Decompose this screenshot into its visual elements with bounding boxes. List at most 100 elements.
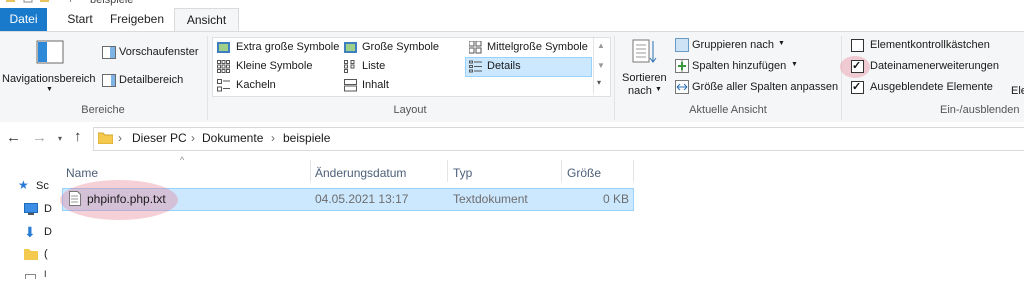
nav-item-label[interactable]: D <box>44 203 52 215</box>
column-divider[interactable] <box>310 160 311 182</box>
sort-label: Sortieren <box>622 72 667 84</box>
fit-columns-icon <box>675 80 689 97</box>
sort-by-button[interactable]: Sortieren nach ▼ <box>618 38 670 98</box>
checkbox-label: Dateinamenerweiterungen <box>870 60 1000 72</box>
forward-arrow-icon[interactable]: → <box>32 129 47 146</box>
preview-pane-button[interactable]: Vorschaufenster <box>100 45 205 61</box>
group-by-button[interactable]: Gruppieren nach ▼ <box>674 37 794 54</box>
back-arrow-icon[interactable]: ← <box>6 129 21 146</box>
layout-large-icons[interactable]: Große Symbole <box>344 40 444 56</box>
checkbox-item-checkboxes[interactable]: Elementkontrollkästchen <box>850 38 1010 53</box>
recent-locations-icon[interactable]: ▾ <box>58 134 62 143</box>
hide-selected-label-cut[interactable]: Ele <box>1011 85 1024 97</box>
layout-item-label: Extra große Symbole <box>236 41 340 53</box>
checkbox[interactable] <box>851 39 864 52</box>
document-icon <box>25 270 36 282</box>
layout-list[interactable]: Liste <box>344 59 424 75</box>
column-header-name[interactable]: Name <box>66 166 98 180</box>
column-divider[interactable] <box>447 160 448 182</box>
large-icons-icon <box>344 42 357 56</box>
details-pane-label: Detailbereich <box>119 74 184 86</box>
up-arrow-icon[interactable]: ↑ <box>74 128 82 145</box>
navigation-pane-button[interactable]: Navigationsbereich ▼ <box>2 38 96 96</box>
tab-freigeben[interactable]: Freigeben <box>106 8 168 31</box>
chevron-down-icon: ▼ <box>655 86 662 93</box>
breadcrumb-documents[interactable]: Dokumente <box>202 131 263 145</box>
group-separator <box>614 36 615 120</box>
column-header-modified[interactable]: Änderungsdatum <box>315 166 406 180</box>
nav-item-label[interactable]: ( <box>44 248 48 260</box>
column-divider[interactable] <box>561 160 562 182</box>
tab-ansicht[interactable]: Ansicht <box>174 8 239 32</box>
sort-indicator-icon: ^ <box>180 155 185 165</box>
file-modified: 04.05.2021 13:17 <box>315 192 409 206</box>
details-icon <box>469 60 482 76</box>
title-bar: beispiele <box>0 0 1024 8</box>
preview-pane-icon <box>102 46 116 62</box>
group-by-label: Gruppieren nach <box>692 39 774 51</box>
navigation-pane: ★ Sc D ⬇ D ( I <box>0 160 55 282</box>
layout-item-label: Inhalt <box>362 79 389 91</box>
column-header-type[interactable]: Typ <box>453 166 472 180</box>
window-title: beispiele <box>90 0 134 6</box>
column-divider[interactable] <box>633 160 634 182</box>
breadcrumb-this-pc[interactable]: Dieser PC <box>132 131 187 145</box>
breadcrumb-separator[interactable]: › <box>118 131 122 145</box>
fit-columns-button[interactable]: Größe aller Spalten anpassen <box>674 79 839 96</box>
group-label-show-hide: Ein-/ausblenden <box>940 104 1020 116</box>
gallery-more-icon: ▾ <box>597 78 602 87</box>
checkbox[interactable] <box>851 59 864 73</box>
layout-small-icons[interactable]: Kleine Symbole <box>217 59 317 75</box>
tiles-icon <box>217 79 230 95</box>
chevron-down-icon: ▼ <box>778 40 785 47</box>
tab-start[interactable]: Start <box>60 8 100 31</box>
checkbox-label: Ausgeblendete Elemente <box>870 81 993 93</box>
group-separator <box>207 36 208 120</box>
layout-content[interactable]: Inhalt <box>344 78 424 94</box>
chevron-down-icon: ▼ <box>46 86 53 93</box>
layout-medium-icons[interactable]: Mittelgroße Symbole <box>468 40 591 57</box>
checkbox[interactable] <box>851 80 864 94</box>
sort-icon <box>632 38 658 69</box>
add-columns-label: Spalten hinzufügen <box>692 60 787 72</box>
layout-item-label: Mittelgroße Symbole <box>487 41 588 53</box>
layout-tiles[interactable]: Kacheln <box>217 78 307 94</box>
file-name[interactable]: phpinfo.php.txt <box>87 192 166 206</box>
layout-extra-large-icons[interactable]: Extra große Symbole <box>217 40 339 56</box>
layout-item-label: Kacheln <box>236 79 276 91</box>
checkbox-item-hidden-items[interactable]: Ausgeblendete Elemente <box>850 80 1010 95</box>
list-icon <box>344 60 357 76</box>
breadcrumb-beispiele[interactable]: beispiele <box>283 131 330 145</box>
group-separator <box>841 36 842 120</box>
layout-item-label: Große Symbole <box>362 41 440 53</box>
text-file-icon <box>69 191 81 209</box>
nav-item-label[interactable]: D <box>44 226 52 238</box>
checkbox-item-file-extensions[interactable]: Dateinamenerweiterungen <box>850 59 1015 74</box>
desktop-icon <box>24 203 38 218</box>
quick-access-icons <box>4 0 74 6</box>
nav-item-label[interactable]: I <box>44 269 47 279</box>
extra-large-icons-icon <box>217 42 230 56</box>
scroll-down-icon: ▼ <box>597 61 605 70</box>
breadcrumb-separator[interactable]: › <box>271 131 275 145</box>
layout-item-label: Liste <box>362 60 386 72</box>
folder-icon <box>24 248 38 263</box>
nav-item-label[interactable]: Sc <box>36 180 49 192</box>
breadcrumb-separator[interactable]: › <box>191 131 195 145</box>
tab-datei[interactable]: Datei <box>0 8 47 31</box>
download-icon: ⬇ <box>24 224 36 240</box>
details-pane-button[interactable]: Detailbereich <box>100 73 200 89</box>
fit-columns-label: Größe aller Spalten anpassen <box>692 81 839 93</box>
star-icon: ★ <box>18 178 29 192</box>
layout-details[interactable]: Details <box>469 59 589 75</box>
medium-icons-icon <box>468 40 482 57</box>
group-by-icon <box>675 38 689 55</box>
preview-pane-label: Vorschaufenster <box>119 46 199 58</box>
group-label-current-view: Aktuelle Ansicht <box>689 104 767 116</box>
add-columns-button[interactable]: Spalten hinzufügen ▼ <box>674 58 804 75</box>
group-label-bereiche: Bereiche <box>81 104 125 116</box>
small-icons-icon <box>217 60 230 76</box>
column-header-size[interactable]: Größe <box>567 166 601 180</box>
gallery-scroll[interactable]: ▲ ▼ ▾ <box>593 38 609 94</box>
content-icon <box>344 79 357 95</box>
